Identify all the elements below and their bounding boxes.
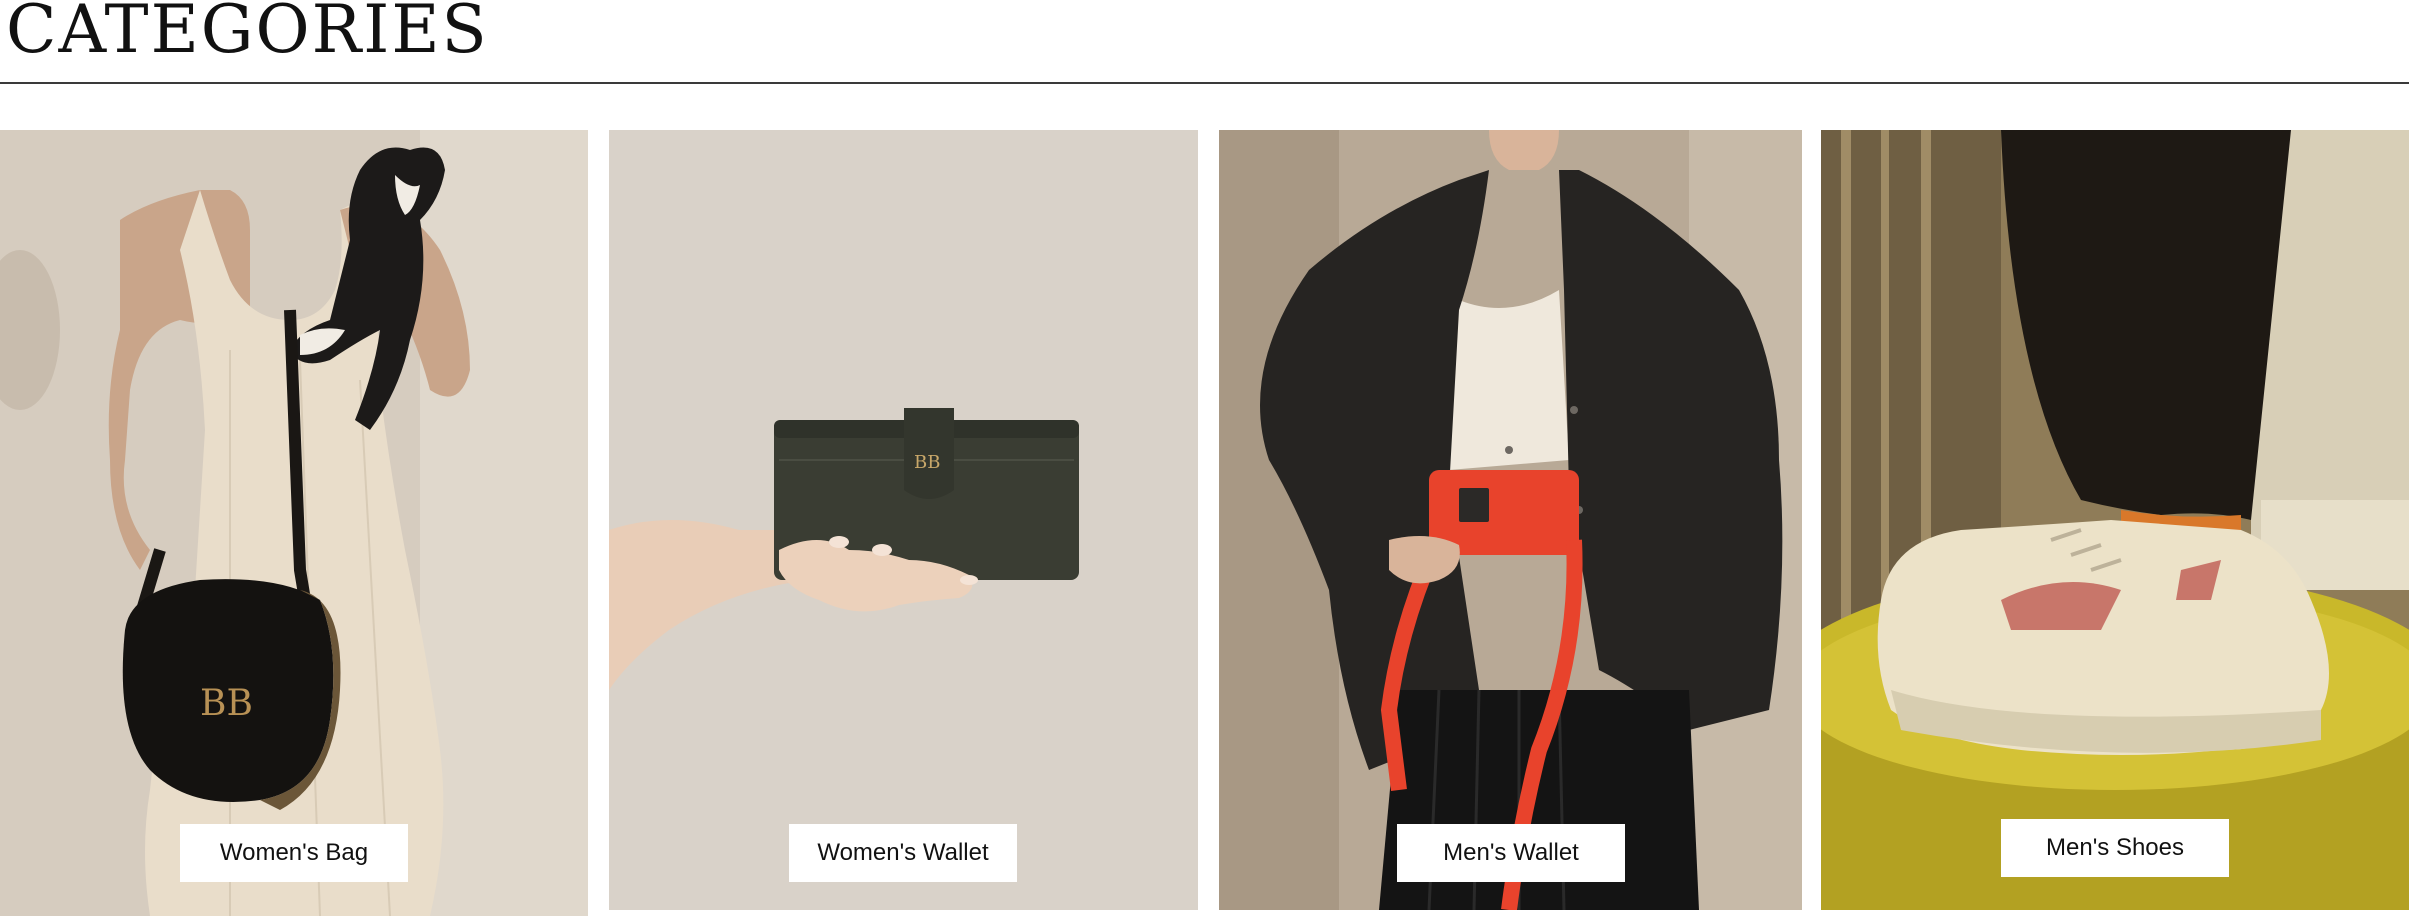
svg-text:BB: BB xyxy=(200,683,253,724)
category-card-womens-bag[interactable]: BB Women's Bag xyxy=(0,130,588,916)
svg-text:BB: BB xyxy=(914,452,940,473)
category-card-mens-wallet[interactable]: Men's Wallet xyxy=(1219,130,1802,910)
category-card-mens-shoes[interactable]: Men's Shoes xyxy=(1821,130,2409,910)
womens-wallet-photo: BB xyxy=(609,130,1198,910)
page-title: CATEGORIES xyxy=(6,0,489,68)
mens-wallet-photo xyxy=(1219,130,1802,910)
category-label[interactable]: Women's Bag xyxy=(180,824,408,882)
womens-bag-photo: BB xyxy=(0,130,588,916)
category-grid: BB Women's Bag BB Women's Wallet Men's W… xyxy=(0,130,2409,916)
category-label[interactable]: Men's Shoes xyxy=(2001,819,2229,877)
category-label[interactable]: Women's Wallet xyxy=(789,824,1017,882)
category-label[interactable]: Men's Wallet xyxy=(1397,824,1625,882)
title-divider xyxy=(0,82,2409,84)
mens-shoes-photo xyxy=(1821,130,2409,910)
category-card-womens-wallet[interactable]: BB Women's Wallet xyxy=(609,130,1198,910)
